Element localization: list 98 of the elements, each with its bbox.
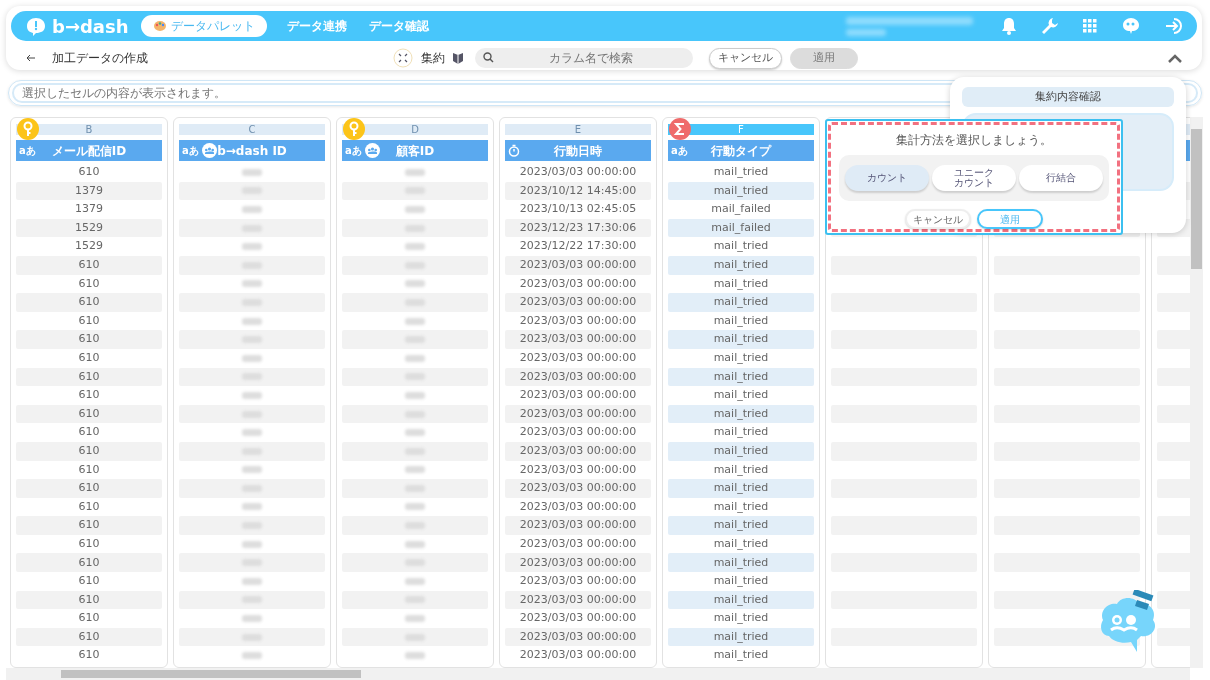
table-cell[interactable]: mail_tried (668, 404, 814, 424)
table-cell[interactable]: mail_failed (668, 218, 814, 238)
table-cell[interactable]: mail_failed (668, 200, 814, 219)
table-cell[interactable]: mail_tried (668, 311, 814, 331)
table-cell[interactable]: mail_tried (668, 441, 814, 461)
table-cell[interactable]: mail_tried (668, 181, 814, 201)
table-cell[interactable]: 610 (16, 441, 162, 461)
table-cell[interactable]: 610 (16, 274, 162, 294)
table-cell[interactable]: mail_tried (668, 460, 814, 480)
table-cell[interactable]: mail_tried (668, 237, 814, 256)
mode-label: 集約 (421, 50, 445, 67)
table-cell[interactable]: mail_tried (668, 479, 814, 498)
table-cell[interactable]: 610 (16, 460, 162, 480)
table-cell[interactable]: 1379 (16, 181, 162, 201)
table-cell[interactable]: 2023/03/03 00:00:00 (505, 330, 651, 349)
cancel-button[interactable]: キャンセル (709, 47, 782, 69)
option-button[interactable]: カウント (844, 165, 929, 191)
table-cell[interactable]: 2023/03/03 00:00:00 (505, 627, 651, 647)
table-cell[interactable]: 2023/03/03 00:00:00 (505, 534, 651, 554)
table-cell[interactable]: 610 (16, 404, 162, 424)
table-cell[interactable]: mail_tried (668, 386, 814, 405)
table-cell[interactable]: 2023/03/03 00:00:00 (505, 311, 651, 331)
table-cell[interactable]: 610 (16, 423, 162, 442)
table-cell[interactable]: mail_tried (668, 497, 814, 517)
table-cell[interactable]: 610 (16, 293, 162, 312)
table-cell[interactable]: 2023/10/12 14:45:00 (505, 181, 651, 201)
column-letter[interactable]: C (179, 124, 325, 135)
table-cell[interactable]: 610 (16, 609, 162, 628)
table-cell[interactable]: 1379 (16, 200, 162, 219)
panel-title: 集約内容確認 (962, 87, 1174, 107)
table-cell[interactable]: mail_tried (668, 423, 814, 442)
logo-text: b→dash (52, 14, 129, 39)
table-cell[interactable]: 2023/10/13 02:45:05 (505, 200, 651, 219)
type-label: aあ (345, 144, 362, 158)
table-cell[interactable]: 2023/03/03 00:00:00 (505, 479, 651, 498)
page-title: 加工データの作成 (52, 50, 148, 67)
table-cell[interactable]: 2023/03/03 00:00:00 (505, 163, 651, 182)
table-cell[interactable]: mail_tried (668, 367, 814, 387)
column-letter[interactable]: E (505, 124, 651, 135)
table-cell[interactable]: 2023/03/03 00:00:00 (505, 646, 651, 666)
table-cell[interactable]: 610 (16, 497, 162, 517)
table-cell[interactable]: 2023/03/03 00:00:00 (505, 460, 651, 480)
table-cell[interactable]: 610 (16, 627, 162, 647)
table-cell[interactable]: 2023/03/03 00:00:00 (505, 572, 651, 591)
table-cell[interactable]: 2023/12/23 17:30:06 (505, 218, 651, 238)
table-cell[interactable]: 610 (16, 367, 162, 387)
type-label: aあ (19, 144, 36, 158)
cancel-button[interactable]: キャンセル (905, 209, 971, 229)
table-cell[interactable]: 2023/12/22 17:30:00 (505, 237, 651, 256)
table-cell[interactable]: mail_tried (668, 590, 814, 610)
table-cell[interactable]: 610 (16, 348, 162, 368)
option-button[interactable]: 行結合 (1019, 165, 1104, 191)
type-label: aあ (671, 144, 688, 158)
table-cell[interactable]: 610 (16, 255, 162, 275)
table-cell[interactable]: 610 (16, 386, 162, 405)
table-cell[interactable]: mail_tried (668, 293, 814, 312)
table-cell[interactable]: mail_tried (668, 348, 814, 368)
table-cell[interactable]: 610 (16, 516, 162, 535)
table-cell[interactable]: mail_tried (668, 553, 814, 573)
table-cell[interactable]: 610 (16, 163, 162, 182)
table-cell[interactable]: mail_tried (668, 274, 814, 294)
table-cell[interactable]: 610 (16, 330, 162, 349)
table-cell[interactable]: mail_tried (668, 572, 814, 591)
table-cell[interactable]: 2023/03/03 00:00:00 (505, 497, 651, 517)
table-cell[interactable]: 2023/03/03 00:00:00 (505, 386, 651, 405)
table-cell[interactable]: 1529 (16, 218, 162, 238)
table-cell[interactable]: 2023/03/03 00:00:00 (505, 553, 651, 573)
table-cell[interactable]: 2023/03/03 00:00:00 (505, 423, 651, 442)
table-cell[interactable]: 2023/03/03 00:00:00 (505, 367, 651, 387)
popup-prompt: 集計方法を選択しましょう。 (895, 132, 1053, 149)
table-cell[interactable]: mail_tried (668, 516, 814, 535)
table-cell[interactable]: 2023/03/03 00:00:00 (505, 293, 651, 312)
table-cell[interactable]: 610 (16, 311, 162, 331)
table-cell[interactable]: mail_tried (668, 163, 814, 182)
option-button[interactable]: ユニークカウント (932, 165, 1016, 191)
table-cell[interactable]: 2023/03/03 00:00:00 (505, 404, 651, 424)
table-cell[interactable]: 1529 (16, 237, 162, 256)
table-cell[interactable]: 2023/03/03 00:00:00 (505, 348, 651, 368)
search-field[interactable]: カラム名で検索 (475, 48, 693, 68)
table-cell[interactable]: mail_tried (668, 255, 814, 275)
table-cell[interactable]: 2023/03/03 00:00:00 (505, 590, 651, 610)
table-cell[interactable]: 610 (16, 534, 162, 554)
table-cell[interactable]: mail_tried (668, 627, 814, 647)
table-cell[interactable]: 610 (16, 553, 162, 573)
table-cell[interactable]: 2023/03/03 00:00:00 (505, 441, 651, 461)
table-cell[interactable]: 610 (16, 479, 162, 498)
table-cell[interactable]: 2023/03/03 00:00:00 (505, 609, 651, 628)
table-cell[interactable]: 610 (16, 590, 162, 610)
table-cell[interactable]: mail_tried (668, 330, 814, 349)
table-cell[interactable]: 2023/03/03 00:00:00 (505, 516, 651, 535)
table-cell[interactable]: 610 (16, 572, 162, 591)
type-label: aあ (182, 144, 199, 158)
table-cell[interactable]: 610 (16, 646, 162, 666)
table-cell[interactable]: mail_tried (668, 609, 814, 628)
table-cell[interactable]: 2023/03/03 00:00:00 (505, 255, 651, 275)
table-cell[interactable]: 2023/03/03 00:00:00 (505, 274, 651, 294)
table-cell[interactable]: mail_tried (668, 646, 814, 666)
table-cell[interactable]: mail_tried (668, 534, 814, 554)
